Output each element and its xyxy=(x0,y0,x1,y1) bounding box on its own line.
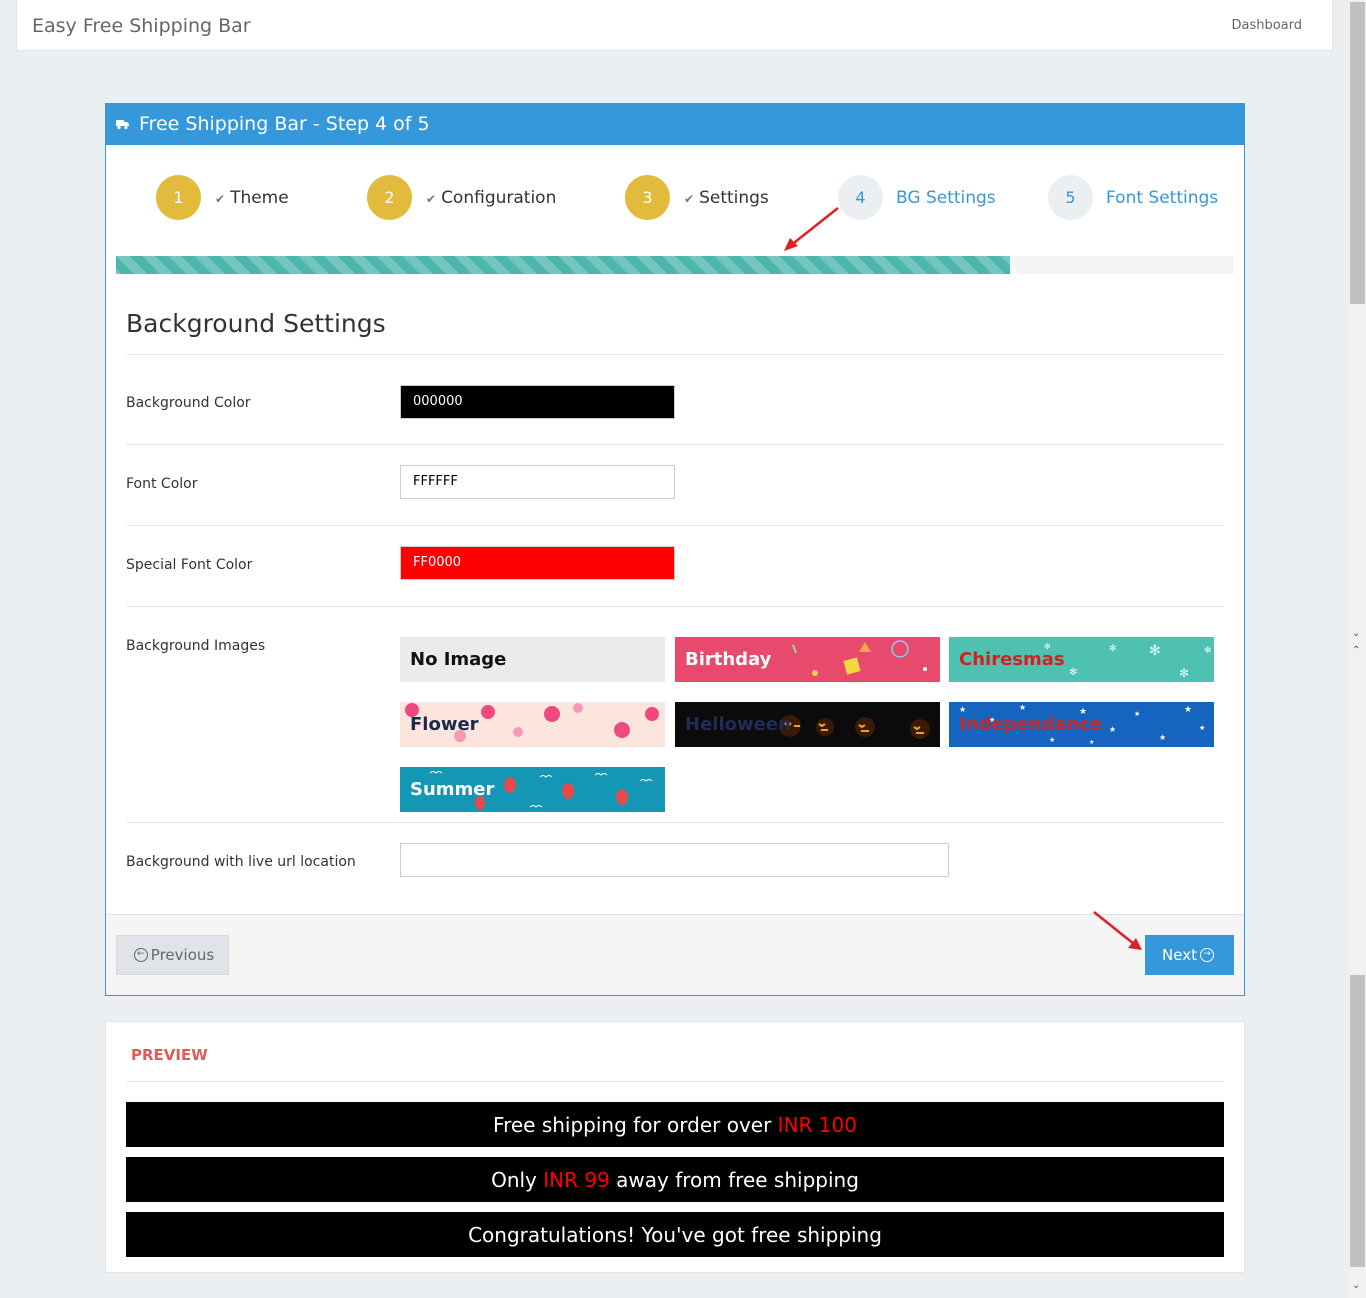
step-label: BG Settings xyxy=(896,187,996,208)
step-label: Theme xyxy=(230,187,289,208)
background-settings-section: Background Settings Background Color 000… xyxy=(126,309,1224,877)
step-number: 1 xyxy=(156,175,201,220)
preview-title: PREVIEW xyxy=(131,1046,208,1064)
bg-option-christmas[interactable]: ✻ ✻ ✻ ✻ ✻ ✻ Chiresmas xyxy=(949,637,1214,682)
preview-bar-initial: Free shipping for order over INR 100 xyxy=(126,1102,1224,1147)
wizard-header: Free Shipping Bar - Step 4 of 5 xyxy=(106,104,1244,145)
next-button[interactable]: Next → xyxy=(1145,935,1234,975)
top-navbar: Easy Free Shipping Bar Dashboard xyxy=(16,0,1333,51)
bg-option-name: Helloween xyxy=(685,714,791,735)
preview-panel: PREVIEW Free shipping for order over INR… xyxy=(105,1021,1245,1273)
svg-text:✻: ✻ xyxy=(1179,666,1189,680)
next-label: Next xyxy=(1162,946,1197,964)
arrow-left-circle-icon: ← xyxy=(133,948,148,962)
page-scrollbar[interactable]: ⌄ ⌃ ⌄ xyxy=(1349,0,1366,1298)
bg-option-name: Chiresmas xyxy=(959,649,1065,670)
check-icon: ✔ xyxy=(215,191,226,206)
font-color-label: Font Color xyxy=(126,476,198,492)
svg-text:★: ★ xyxy=(959,705,966,714)
section-title: Background Settings xyxy=(126,309,1224,355)
preview-divider xyxy=(126,1081,1224,1082)
scrollbar-thumb[interactable] xyxy=(1350,2,1365,304)
scroll-up-icon[interactable]: ⌃ xyxy=(1352,645,1360,656)
live-url-row: Background with live url location xyxy=(126,823,1224,903)
progress-fill xyxy=(116,256,1011,274)
svg-text:✻: ✻ xyxy=(1069,667,1077,678)
special-font-color-input[interactable]: FF0000 xyxy=(400,546,675,580)
bg-option-no-image[interactable]: No Image xyxy=(400,637,665,682)
step-number: 4 xyxy=(838,175,883,220)
background-color-input[interactable]: 000000 xyxy=(400,385,675,419)
background-color-row: Background Color 000000 xyxy=(126,364,1224,445)
bg-option-name: No Image xyxy=(410,649,507,670)
truck-icon xyxy=(116,120,129,130)
app-title: Easy Free Shipping Bar xyxy=(32,15,251,37)
bg-option-name: Summer xyxy=(410,779,495,800)
bg-option-flower[interactable]: Flower xyxy=(400,702,665,747)
special-font-color-label: Special Font Color xyxy=(126,557,253,573)
check-icon: ✔ xyxy=(684,191,695,206)
special-font-color-row: Special Font Color FF0000 xyxy=(126,526,1224,607)
svg-text:✻: ✻ xyxy=(1109,643,1117,653)
step-number: 2 xyxy=(367,175,412,220)
wizard-title: Free Shipping Bar - Step 4 of 5 xyxy=(139,113,430,135)
svg-text:★: ★ xyxy=(1109,725,1116,734)
svg-text:★: ★ xyxy=(1019,703,1026,712)
preview-bar-achieved: Congratulations! You've got free shippin… xyxy=(126,1212,1224,1257)
bar-text: Free shipping for order over xyxy=(493,1112,778,1137)
step-font-settings[interactable]: 5 Font Settings xyxy=(1048,175,1218,220)
svg-text:★: ★ xyxy=(1134,710,1140,718)
previous-button[interactable]: ← Previous xyxy=(116,935,229,975)
step-number: 5 xyxy=(1048,175,1093,220)
wizard-panel: Free Shipping Bar - Step 4 of 5 1 ✔ Theme… xyxy=(105,103,1245,996)
bar-text: away from free shipping xyxy=(609,1167,859,1192)
background-images-label: Background Images xyxy=(126,638,266,654)
bar-special-text: INR 100 xyxy=(777,1112,857,1137)
step-indicator: 1 ✔ Theme 2 ✔ Configuration 3 ✔ Settings 4 … xyxy=(106,145,1244,255)
bar-special-text: INR 99 xyxy=(543,1167,610,1192)
bg-option-halloween[interactable]: Helloween xyxy=(675,702,940,747)
scroll-down-icon[interactable]: ⌄ xyxy=(1352,1280,1360,1291)
bg-option-independence[interactable]: ★ ★ ★ ★ ★ ★ ★ ★ ★ ★ ★ Independance xyxy=(949,702,1214,747)
progress-bar xyxy=(116,256,1234,274)
svg-text:✻: ✻ xyxy=(1149,642,1161,658)
step-theme[interactable]: 1 ✔ Theme xyxy=(156,175,289,220)
bar-text: Congratulations! You've got free shippin… xyxy=(468,1222,882,1247)
step-label: Settings xyxy=(699,187,769,208)
svg-text:★: ★ xyxy=(1089,739,1094,746)
live-url-label: Background with live url location xyxy=(126,854,356,870)
scrollbar-thumb[interactable] xyxy=(1350,975,1365,1267)
dashboard-link[interactable]: Dashboard xyxy=(1231,18,1302,33)
bg-option-name: Independance xyxy=(959,714,1103,735)
bg-option-name: Birthday xyxy=(685,649,772,670)
svg-text:★: ★ xyxy=(1159,733,1166,742)
step-configuration[interactable]: 2 ✔ Configuration xyxy=(367,175,556,220)
step-label: Configuration xyxy=(441,187,557,208)
bar-text: Only xyxy=(491,1167,544,1192)
step-bg-settings[interactable]: 4 BG Settings xyxy=(838,175,996,220)
scroll-down-icon[interactable]: ⌄ xyxy=(1352,628,1360,639)
svg-text:★: ★ xyxy=(1199,724,1205,732)
svg-text:✻: ✻ xyxy=(1204,645,1212,655)
step-label: Font Settings xyxy=(1106,187,1219,208)
step-settings[interactable]: 3 ✔ Settings xyxy=(625,175,769,220)
svg-text:★: ★ xyxy=(1049,736,1055,744)
background-images-row: Background Images No Image Birthday ✻ ✻ ✻ ✻… xyxy=(126,607,1224,823)
live-url-input[interactable] xyxy=(400,843,949,877)
background-color-label: Background Color xyxy=(126,395,251,411)
wizard-footer: ← Previous Next → xyxy=(106,914,1244,995)
bg-option-summer[interactable]: Summer xyxy=(400,767,665,812)
font-color-input[interactable]: FFFFFF xyxy=(400,465,675,499)
preview-bar-progress: Only INR 99 away from free shipping xyxy=(126,1157,1224,1202)
check-icon: ✔ xyxy=(426,191,437,206)
svg-text:★: ★ xyxy=(1184,704,1192,714)
bg-option-name: Flower xyxy=(410,714,479,735)
arrow-right-circle-icon: → xyxy=(1199,948,1214,962)
step-number: 3 xyxy=(625,175,670,220)
previous-label: Previous xyxy=(150,946,215,964)
bg-option-birthday[interactable]: Birthday xyxy=(675,637,940,682)
font-color-row: Font Color FFFFFF xyxy=(126,445,1224,526)
